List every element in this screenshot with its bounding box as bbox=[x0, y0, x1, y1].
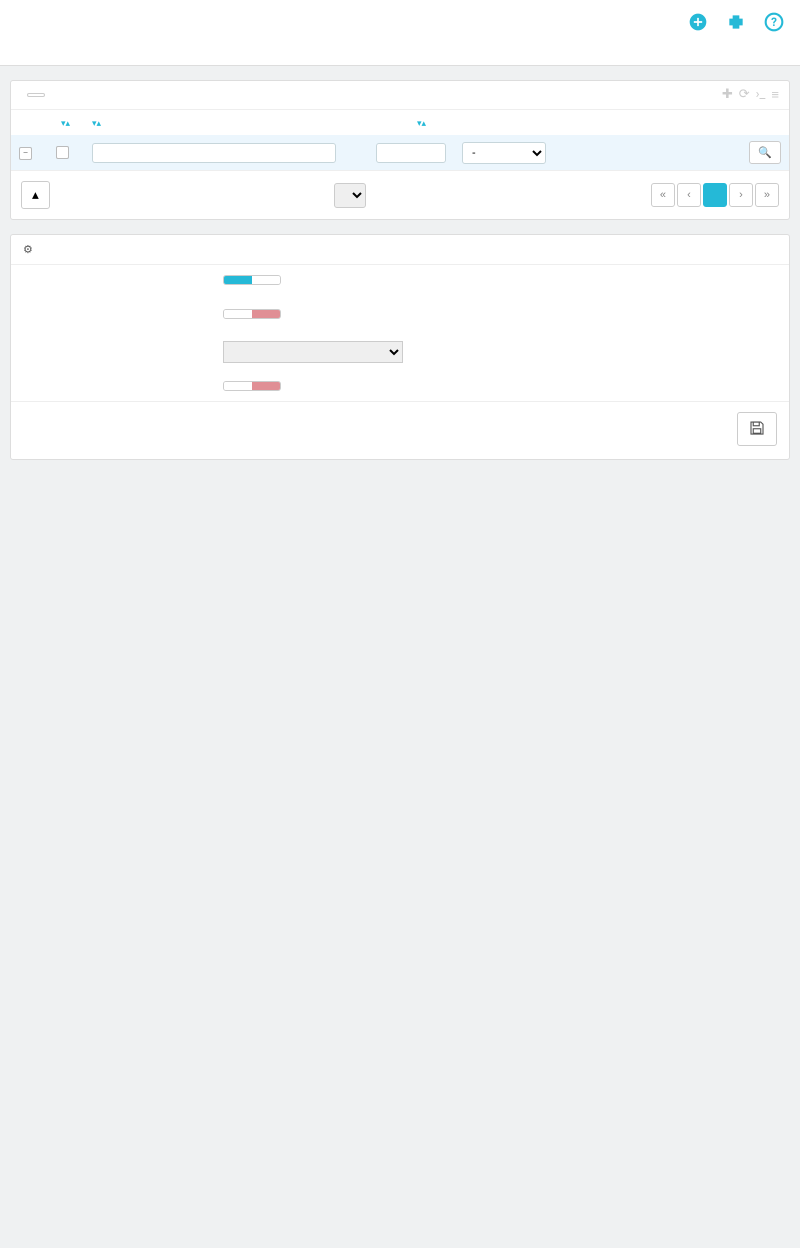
export-icon[interactable]: ›_ bbox=[756, 87, 766, 103]
refresh-icon[interactable]: ⟳ bbox=[739, 87, 750, 103]
recommended-modules-button[interactable] bbox=[726, 12, 746, 36]
page-next[interactable]: › bbox=[729, 183, 753, 207]
page-last[interactable]: » bbox=[755, 183, 779, 207]
search-button[interactable]: 🔍 bbox=[749, 141, 781, 164]
per-page-select[interactable] bbox=[334, 183, 366, 208]
save-button[interactable] bbox=[737, 412, 777, 446]
save-icon bbox=[748, 419, 766, 437]
select-none[interactable]: − bbox=[19, 147, 32, 160]
ecotax-toggle[interactable] bbox=[223, 381, 281, 391]
options-title: ⚙ bbox=[11, 235, 789, 265]
enable-tax-toggle[interactable] bbox=[223, 275, 281, 285]
plus-circle-icon bbox=[688, 12, 708, 32]
bulk-actions-button[interactable]: ▴ bbox=[21, 181, 50, 209]
add-icon[interactable]: ✚ bbox=[722, 87, 733, 103]
select-all-checkbox[interactable] bbox=[56, 146, 69, 159]
add-new-tax-button[interactable] bbox=[688, 12, 708, 36]
help-icon: ? bbox=[764, 12, 784, 32]
based-on-select[interactable] bbox=[223, 341, 403, 363]
display-cart-label bbox=[23, 307, 223, 311]
filter-name[interactable] bbox=[92, 143, 336, 163]
panel-tools: ✚ ⟳ ›_ ≡ bbox=[722, 87, 779, 103]
puzzle-icon bbox=[726, 12, 746, 32]
page-prev[interactable]: ‹ bbox=[677, 183, 701, 207]
page-1[interactable] bbox=[703, 183, 727, 207]
help-button[interactable]: ? bbox=[764, 12, 784, 36]
list-icon[interactable]: ≡ bbox=[771, 87, 779, 103]
enable-tax-label bbox=[23, 273, 223, 277]
col-rate[interactable]: ▾▴ bbox=[344, 110, 454, 135]
count-badge bbox=[27, 93, 45, 97]
filter-active[interactable]: - bbox=[462, 142, 546, 164]
display-cart-toggle[interactable] bbox=[223, 309, 281, 319]
col-name[interactable]: ▾▴ bbox=[84, 110, 344, 135]
col-id[interactable]: ▾▴ bbox=[40, 110, 84, 135]
col-active bbox=[454, 110, 554, 135]
page-first[interactable]: « bbox=[651, 183, 675, 207]
filter-rate[interactable] bbox=[376, 143, 446, 163]
based-on-label bbox=[23, 341, 223, 345]
svg-text:?: ? bbox=[771, 15, 777, 29]
ecotax-label bbox=[23, 379, 223, 383]
